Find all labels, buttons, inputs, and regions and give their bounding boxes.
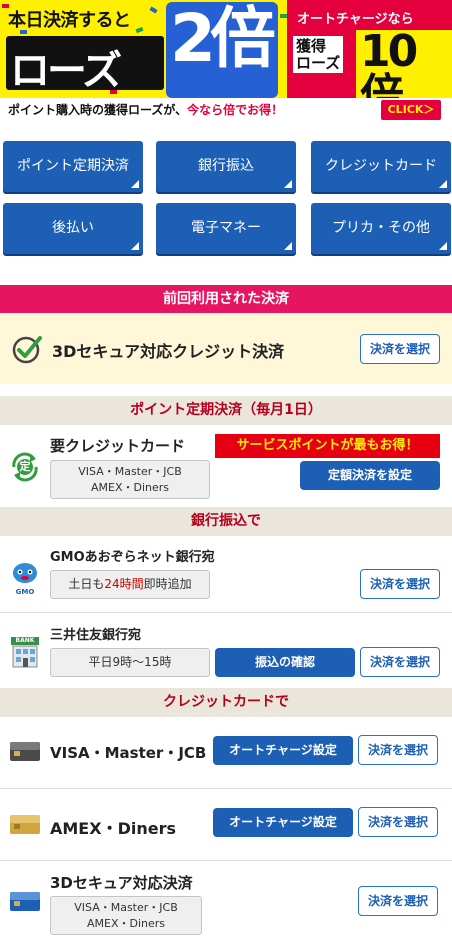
category-subscription-button[interactable]: ポイント定期決済 [3,141,143,192]
subscription-header: ポイント定期決済（毎月1日） [0,396,452,425]
gmo-info-a: 土日も [68,577,105,591]
row-divider [0,788,452,789]
category-label: 後払い [52,220,94,236]
row-divider [0,860,452,861]
credit-row3-cards-line2: AMEX・Diners [86,917,166,930]
credit-row1-select-button[interactable]: 決済を選択 [358,735,438,765]
confetti [280,14,287,18]
banner-headline-ros: ローズ [10,48,122,94]
banner-headline-two: 2倍 [170,0,276,77]
bank-header: 銀行振込で [0,507,452,536]
credit-row1-title: VISA・Master・JCB [50,744,207,762]
card-silver-icon [10,742,40,761]
gmo-info-box: 土日も24時間即時追加 [50,570,210,599]
previous-payment-header: 前回利用された決済 [0,285,452,313]
smbc-confirm-button[interactable]: 振込の確認 [215,648,355,677]
subscription-badge: サービスポイントが最もお得！ [215,434,440,458]
banner-strip-highlight: 今なら倍でお得！ [187,103,284,117]
row-divider [0,612,452,613]
credit-header: クレジットカードで [0,688,452,717]
category-label: クレジットカード [325,158,437,174]
category-bank-button[interactable]: 銀行振込 [156,141,296,192]
credit-row2-title: AMEX・Diners [50,819,176,838]
promo-banner[interactable]: 本日決済すると ローズ 2倍 オートチャージなら 獲得 ローズ 10倍 ポイント… [0,0,452,122]
banner-strip-main: ポイント購入時の獲得ローズが、 [8,103,188,117]
smbc-info-box: 平日9時〜15時 [50,648,210,677]
confetti [135,26,144,34]
corner-arrow-icon [439,180,447,188]
category-prepaid-button[interactable]: プリカ・その他 [311,203,451,254]
gmo-info-b: 即時追加 [143,577,192,591]
banner-autocharge-text: オートチャージなら [297,12,414,27]
category-emoney-button[interactable]: 電子マネー [156,203,296,254]
credit-row3-cards-line1: VISA・Master・JCB [74,901,178,914]
previous-method-label: 3Dセキュア対応クレジット決済 [52,342,285,361]
corner-arrow-icon [284,180,292,188]
subscription-cards-line1: VISA・Master・JCB [78,465,182,478]
gmo-icon-text: GMO [15,588,35,596]
category-label: 電子マネー [191,220,261,236]
category-label: プリカ・その他 [332,220,430,236]
gmo-select-button[interactable]: 決済を選択 [360,569,440,599]
bank-icon-text: BANK [15,637,35,644]
corner-arrow-icon [284,242,292,250]
card-blue-icon [10,892,40,911]
subscription-setup-button[interactable]: 定額決済を設定 [300,461,440,490]
banner-headline-top: 本日決済すると [8,10,131,31]
gmo-info-red: 24時間 [104,577,144,591]
banner-strip-text: ポイント購入時の獲得ローズが、今なら倍でお得！ [8,101,283,118]
category-postpay-button[interactable]: 後払い [3,203,143,254]
subscription-cards-box: VISA・Master・JCB AMEX・Diners [50,460,210,499]
checkmark-circle-icon [12,336,42,364]
credit-row3-select-button[interactable]: 決済を選択 [358,886,438,916]
previous-select-button[interactable]: 決済を選択 [360,334,440,364]
banner-click-button[interactable]: CLICK＞ [381,100,441,120]
category-credit-button[interactable]: クレジットカード [311,141,451,192]
credit-row3-cards-box: VISA・Master・JCB AMEX・Diners [50,896,202,935]
corner-arrow-icon [439,242,447,250]
gmo-title: GMOあおぞらネット銀行宛 [50,550,215,565]
banner-autocharge-gain: 獲得 ローズ [293,36,344,73]
smbc-title: 三井住友銀行宛 [50,628,142,643]
credit-row2-select-button[interactable]: 決済を選択 [358,807,438,837]
subscription-title: 要クレジットカード [50,437,186,455]
smbc-select-button[interactable]: 決済を選択 [360,647,440,677]
credit-row2-autocharge-button[interactable]: オートチャージ設定 [213,808,353,837]
category-label: 銀行振込 [198,158,254,174]
confetti [149,6,158,14]
subscription-icon-char: 定 [19,460,31,473]
corner-arrow-icon [131,180,139,188]
credit-row3-title: 3Dセキュア対応決済 [50,874,193,892]
card-gold-icon [10,815,40,834]
gmo-bank-icon [13,563,37,583]
category-label: ポイント定期決済 [17,158,129,174]
subscription-cards-line2: AMEX・Diners [90,481,170,494]
corner-arrow-icon [131,242,139,250]
credit-row1-autocharge-button[interactable]: オートチャージ設定 [213,736,353,765]
